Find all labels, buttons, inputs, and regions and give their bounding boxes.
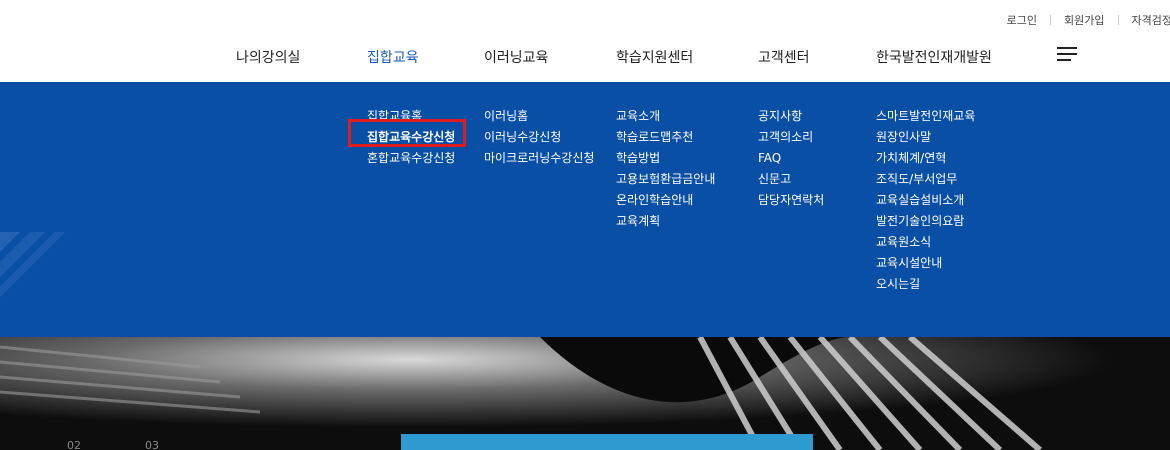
mega-menu-column-institute: 스마트발전인재교육 원장인사말 가치체계/연혁 조직도/부서업무 교육실습설비소… [876,106,975,295]
submenu-elearning-home[interactable]: 이러닝홈 [484,106,594,127]
nav-item-institute[interactable]: 한국발전인재개발원 [876,47,992,67]
nav-item-elearning[interactable]: 이러닝교육 [484,47,548,67]
submenu-online-guide[interactable]: 온라인학습안내 [616,190,715,211]
nav-item-my-classroom[interactable]: 나의강의실 [236,47,300,67]
mega-menu-column-customer-center: 공지사항 고객의소리 FAQ 신문고 담당자연락처 [758,106,824,211]
hero-cta-button[interactable] [401,434,813,450]
submenu-refund-guide[interactable]: 고용보험환급금안내 [616,169,715,190]
mega-menu-column-learning-support: 교육소개 학습로드맵추천 학습방법 고용보험환급금안내 온라인학습안내 교육계획 [616,106,715,232]
submenu-microlearning-enrollment[interactable]: 마이크로러닝수강신청 [484,148,594,169]
submenu-customer-voice[interactable]: 고객의소리 [758,127,824,148]
submenu-roadmap[interactable]: 학습로드맵추천 [616,127,715,148]
site-header: 로그인 회원가입 자격검정 나의강의실 집합교육 이러닝교육 학습지원센터 고객… [0,0,1170,82]
submenu-smart-education[interactable]: 스마트발전인재교육 [876,106,975,127]
slide-indicator-2[interactable]: 02 [67,439,81,450]
divider [1117,15,1119,25]
nav-item-learning-support[interactable]: 학습지원센터 [616,47,693,67]
submenu-facility-guide[interactable]: 교육시설안내 [876,253,975,274]
submenu-elearning-enrollment[interactable]: 이러닝수강신청 [484,127,594,148]
submenu-notice[interactable]: 공지사항 [758,106,824,127]
nav-item-group-education[interactable]: 집합교육 [367,47,419,67]
submenu-organization[interactable]: 조직도/부서업무 [876,169,975,190]
submenu-directions[interactable]: 오시는길 [876,274,975,295]
submenu-contacts[interactable]: 담당자연락처 [758,190,824,211]
submenu-faq[interactable]: FAQ [758,148,824,169]
nav-item-customer-center[interactable]: 고객센터 [758,47,810,67]
mega-menu-column-elearning: 이러닝홈 이러닝수강신청 마이크로러닝수강신청 [484,106,594,169]
submenu-cradle[interactable]: 발전기술인의요람 [876,211,975,232]
hamburger-menu-icon[interactable] [1057,47,1077,61]
submenu-values-history[interactable]: 가치체계/연혁 [876,148,975,169]
submenu-news[interactable]: 교육원소식 [876,232,975,253]
signup-link[interactable]: 회원가입 [1064,12,1104,28]
submenu-petition[interactable]: 신문고 [758,169,824,190]
decorative-stripes [0,232,65,297]
certification-link[interactable]: 자격검정 [1132,12,1170,28]
utility-links: 로그인 회원가입 자격검정 [1007,13,1170,27]
hero-banner: 02 03 [0,337,1170,450]
submenu-education-plan[interactable]: 교육계획 [616,211,715,232]
divider [1050,15,1052,25]
submenu-learning-method[interactable]: 학습방법 [616,148,715,169]
submenu-greeting[interactable]: 원장인사말 [876,127,975,148]
login-link[interactable]: 로그인 [1007,12,1037,28]
submenu-facilities-intro[interactable]: 교육실습설비소개 [876,190,975,211]
submenu-blended-enrollment[interactable]: 혼합교육수강신청 [367,148,455,169]
slide-indicator-3[interactable]: 03 [145,439,159,450]
selection-highlight [348,119,466,147]
submenu-education-intro[interactable]: 교육소개 [616,106,715,127]
